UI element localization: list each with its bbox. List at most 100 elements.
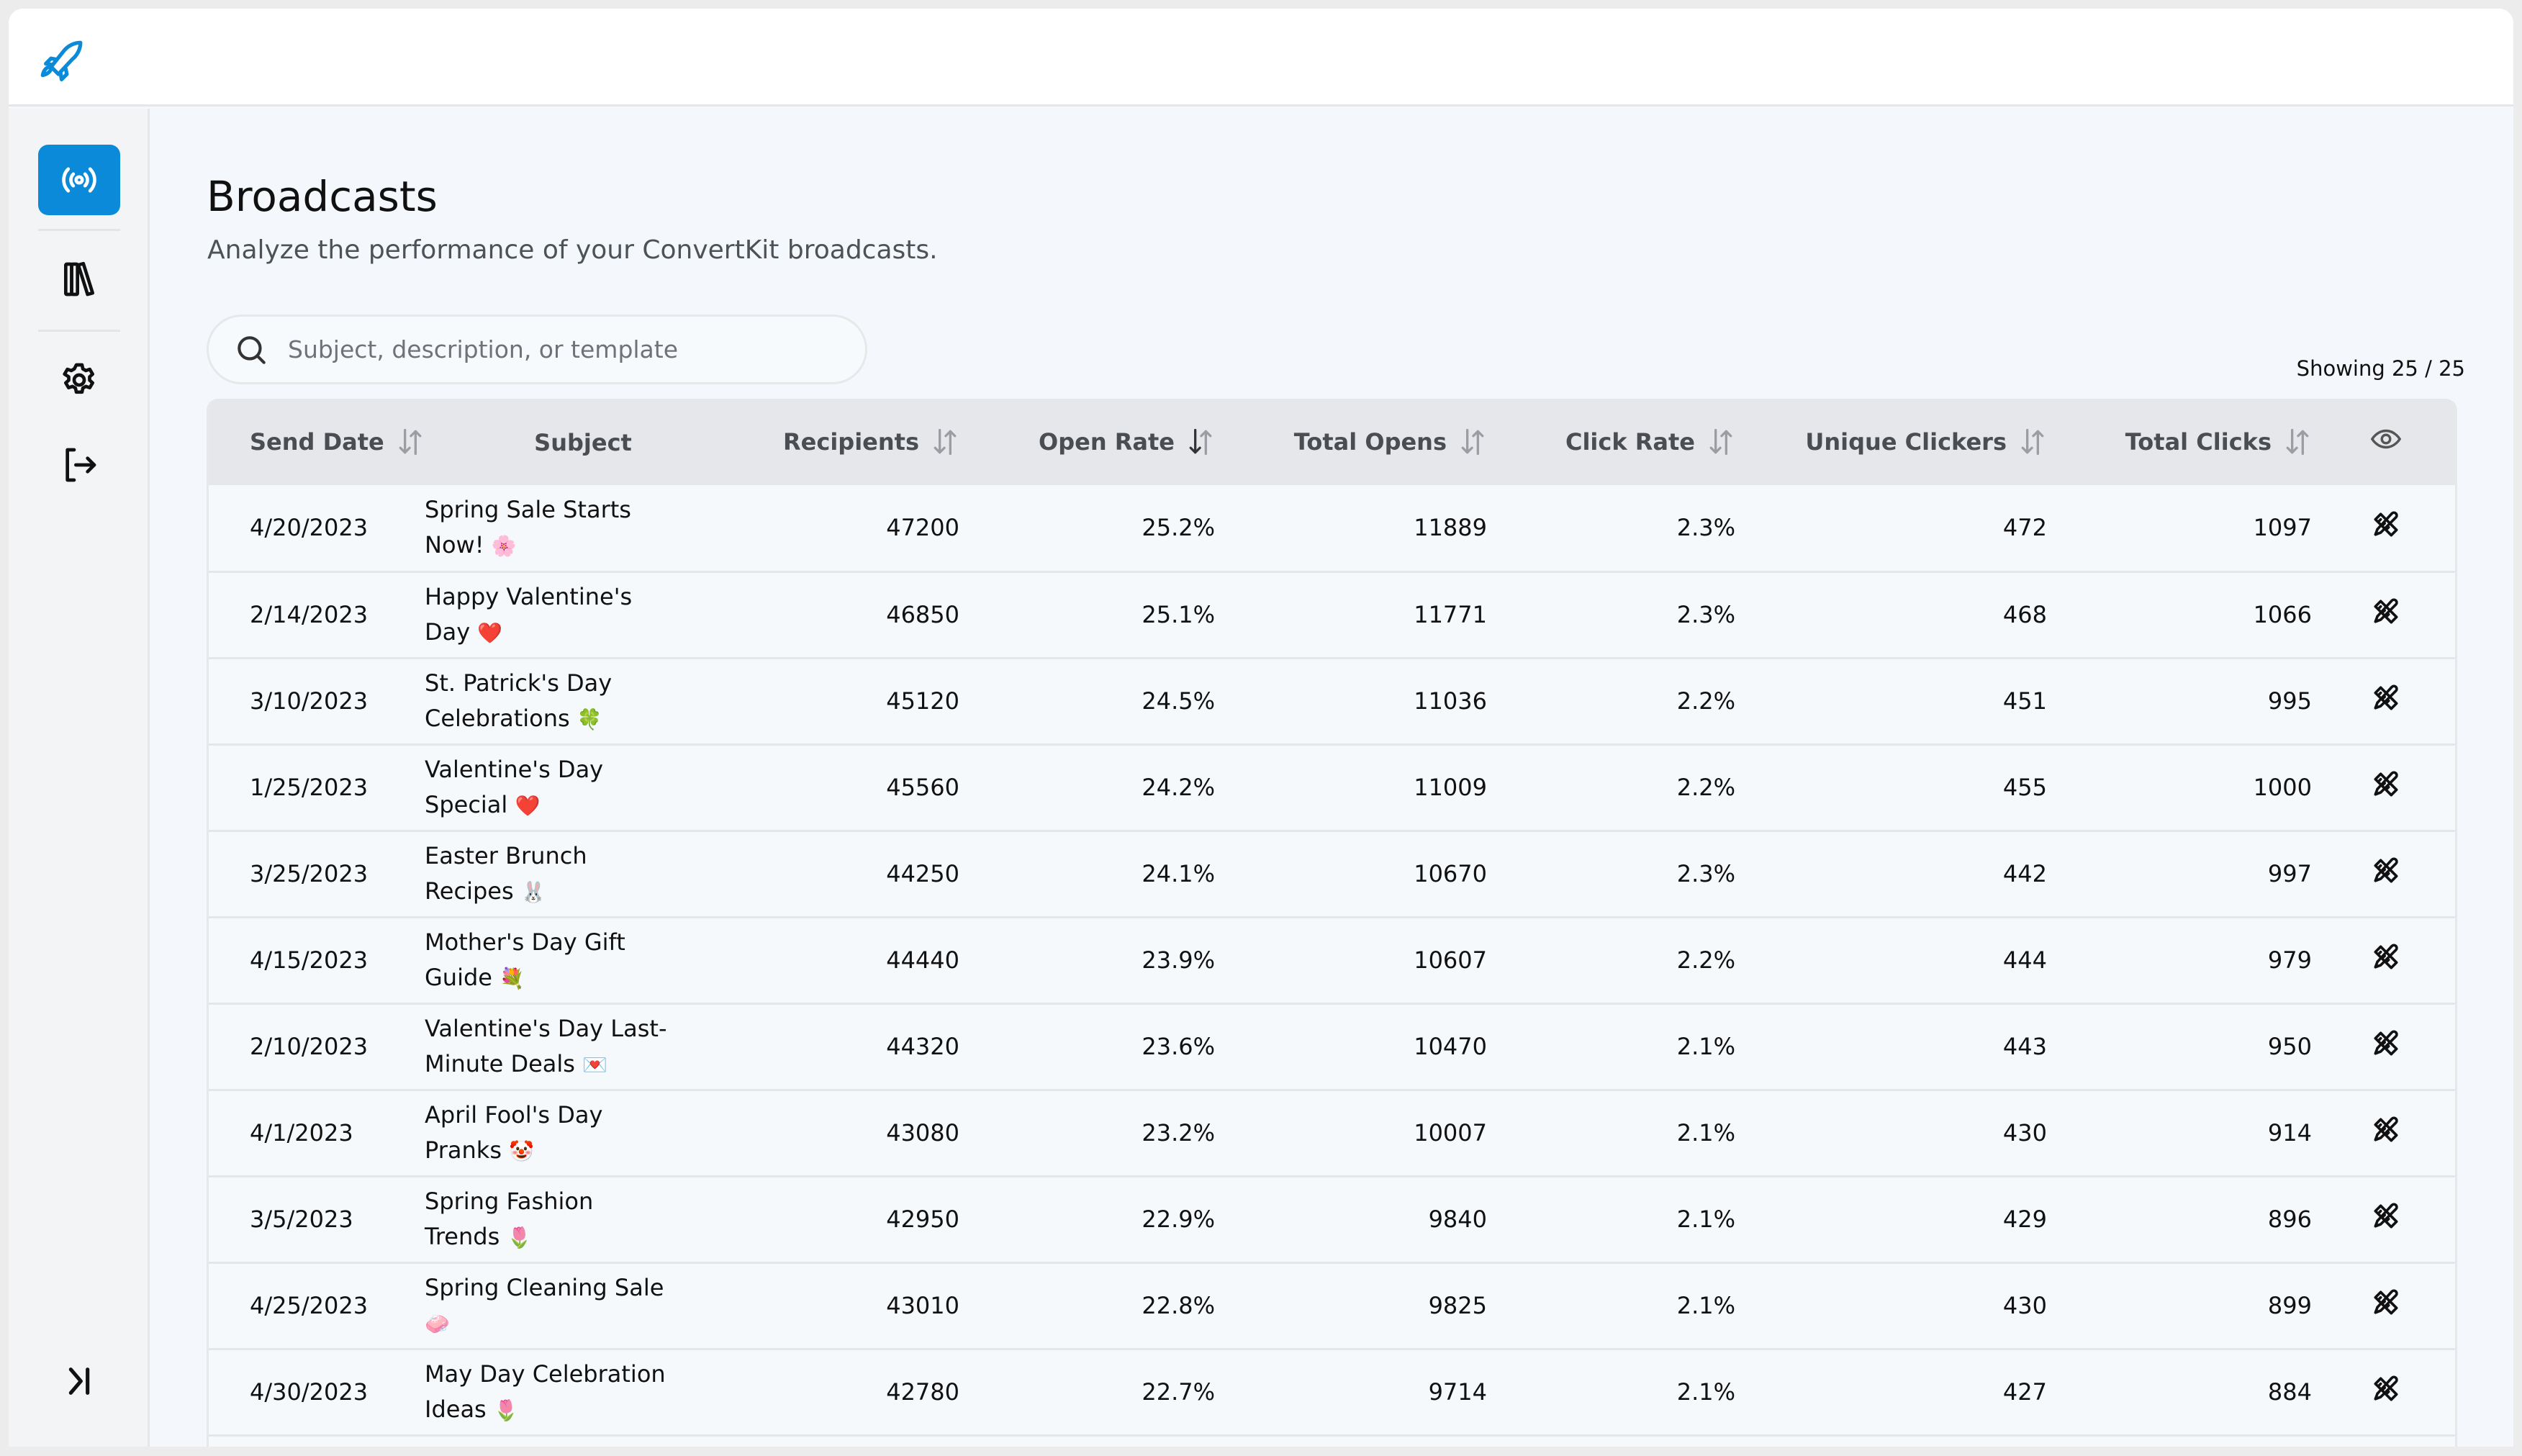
sort-icon[interactable] — [2283, 426, 2312, 458]
design-tools-icon[interactable] — [2370, 509, 2402, 541]
design-tools-icon[interactable] — [2370, 596, 2402, 628]
search-input[interactable] — [288, 335, 835, 363]
subject-emoji: 🤡 — [509, 1139, 535, 1163]
cell-unique-clickers: 427 — [2002, 1378, 2047, 1406]
table-row[interactable]: 4/20/2023 Spring Sale Starts Now! 🌸 47200 2… — [209, 485, 2455, 571]
cell-subject: Spring Cleaning Sale 🧼 — [425, 1262, 741, 1349]
sidebar-expand-icon[interactable] — [59, 1361, 99, 1401]
column-header-open-rate[interactable]: Open Rate — [959, 399, 1215, 485]
cell-subject: May Day Celebration Ideas 🌷 — [425, 1349, 741, 1435]
cell-actions — [2312, 831, 2455, 917]
subject-text: Spring Sale Starts Now! — [425, 495, 631, 559]
design-tools-icon[interactable] — [2370, 682, 2402, 714]
eye-icon[interactable] — [2369, 422, 2403, 456]
results-count: Showing 25 / 25 — [2296, 356, 2465, 381]
logout-icon — [65, 448, 96, 482]
cell-open-rate: 24.2% — [1142, 774, 1215, 801]
column-header-total-opens[interactable]: Total Opens — [1215, 399, 1487, 485]
sidebar-item-broadcasts[interactable] — [38, 145, 120, 215]
table-row[interactable]: 3/5/2023 Spring Fashion Trends 🌷 42950 22.9… — [209, 1176, 2455, 1262]
table-row[interactable]: 4/25/2023 Spring Cleaning Sale 🧼 43010 22.8… — [209, 1262, 2455, 1349]
cell-open-rate: 24.5% — [1142, 687, 1215, 715]
cell-open-rate: 25.2% — [1142, 514, 1215, 542]
cell-subject: St. Patrick's Day Celebrations 🍀 — [425, 658, 741, 744]
design-tools-icon[interactable] — [2370, 855, 2402, 887]
sort-icon[interactable] — [1707, 426, 1735, 458]
cell-open-rate: 23.2% — [1142, 1119, 1215, 1147]
cell-unique-clickers: 451 — [2002, 687, 2047, 715]
design-tools-icon[interactable] — [2370, 1028, 2402, 1059]
design-tools-icon[interactable] — [2370, 769, 2402, 800]
cell-send-date: 4/20/2023 — [250, 514, 369, 542]
cell-send-date: 3/10/2023 — [250, 687, 369, 715]
table-row[interactable]: 4/15/2023 Mother's Day Gift Guide 💐 44440 2… — [209, 917, 2455, 1003]
table-row[interactable]: 4/30/2023 May Day Celebration Ideas 🌷 4278… — [209, 1349, 2455, 1435]
cell-total-clicks: 997 — [2267, 860, 2312, 887]
table-row[interactable]: 2/10/2023 Valentine's Day Last-Minute Dea… — [209, 1003, 2455, 1090]
cell-total-opens: 9825 — [1428, 1292, 1487, 1319]
table-row[interactable]: 2/14/2023 Happy Valentine's Day ❤️ 46850 25… — [209, 571, 2455, 658]
cell-actions — [2312, 1003, 2455, 1090]
sort-icon[interactable] — [1458, 426, 1487, 458]
sort-icon[interactable] — [1186, 426, 1215, 458]
cell-click-rate: 2.2% — [1676, 774, 1735, 801]
table-row[interactable]: 1/25/2023 Valentine's Day Special ❤️ 45560… — [209, 744, 2455, 831]
cell-send-date: 4/30/2023 — [250, 1378, 369, 1406]
sidebar-item-logout[interactable] — [38, 430, 120, 500]
cell-recipients: 43010 — [886, 1292, 959, 1319]
rocket-icon[interactable] — [37, 37, 88, 88]
cell-unique-clickers: 472 — [2002, 514, 2047, 542]
design-tools-icon[interactable] — [2370, 941, 2402, 973]
column-header-actions — [2312, 399, 2455, 485]
cell-send-date: 2/10/2023 — [250, 1033, 369, 1060]
table-row[interactable]: 4/1/2023 April Fool's Day Pranks 🤡 43080 23… — [209, 1090, 2455, 1176]
column-header-recipients[interactable]: Recipients — [741, 399, 959, 485]
column-label: Recipients — [783, 428, 919, 456]
design-tools-icon[interactable] — [2370, 1287, 2402, 1319]
cell-total-opens: 10007 — [1414, 1119, 1487, 1147]
table-row[interactable]: Top Spring Trends — [209, 1435, 2455, 1447]
broadcasts-table: Send Date Subject Recipients Open Rate To… — [207, 399, 2457, 1447]
design-tools-icon[interactable] — [2370, 1373, 2402, 1405]
table-row[interactable]: 3/10/2023 St. Patrick's Day Celebrations … — [209, 658, 2455, 744]
cell-click-rate: 2.1% — [1676, 1033, 1735, 1060]
sidebar-item-settings[interactable] — [38, 345, 120, 415]
cell-subject: Valentine's Day Special ❤️ — [425, 744, 741, 831]
table-row[interactable]: 3/25/2023 Easter Brunch Recipes 🐰 44250 24.… — [209, 831, 2455, 917]
sort-icon[interactable] — [396, 426, 425, 458]
subject-emoji: 🐰 — [520, 880, 546, 904]
sort-icon[interactable] — [931, 426, 959, 458]
cell-total-clicks: 979 — [2267, 946, 2312, 974]
cell-actions — [2312, 1349, 2455, 1435]
cell-unique-clickers: 430 — [2002, 1292, 2047, 1319]
app-window: Broadcasts Analyze the performance of yo… — [9, 9, 2513, 1447]
design-tools-icon[interactable] — [2370, 1114, 2402, 1146]
subject-text: Spring Cleaning Sale — [425, 1273, 664, 1301]
column-header-send-date[interactable]: Send Date — [209, 399, 425, 485]
cell-total-opens: 11889 — [1414, 514, 1487, 542]
cell-total-opens: 10470 — [1414, 1033, 1487, 1060]
subject-emoji: 🌷 — [493, 1398, 519, 1422]
cell-open-rate: 23.6% — [1142, 1033, 1215, 1060]
cell-open-rate — [959, 1435, 1215, 1447]
cell-actions — [2312, 1090, 2455, 1176]
cell-actions — [2312, 1176, 2455, 1262]
design-tools-icon[interactable] — [2370, 1200, 2402, 1232]
column-label: Send Date — [250, 428, 384, 456]
cell-total-opens: 9840 — [1428, 1206, 1487, 1233]
sort-icon[interactable] — [2018, 426, 2047, 458]
cell-click-rate: 2.1% — [1676, 1206, 1735, 1233]
sidebar-item-library[interactable] — [38, 244, 120, 315]
cell-subject: Spring Fashion Trends 🌷 — [425, 1176, 741, 1262]
column-header-total-clicks[interactable]: Total Clicks — [2047, 399, 2312, 485]
cell-actions — [2312, 485, 2455, 571]
column-header-click-rate[interactable]: Click Rate — [1487, 399, 1735, 485]
cell-actions — [2312, 917, 2455, 1003]
column-header-unique-clickers[interactable]: Unique Clickers — [1735, 399, 2047, 485]
cell-total-clicks — [2047, 1435, 2312, 1447]
cell-total-opens: 11036 — [1414, 687, 1487, 715]
cell-unique-clickers: 430 — [2002, 1119, 2047, 1147]
search-box[interactable] — [207, 315, 867, 384]
subject-text: May Day Celebration Ideas — [425, 1360, 666, 1423]
cell-click-rate: 2.1% — [1676, 1292, 1735, 1319]
